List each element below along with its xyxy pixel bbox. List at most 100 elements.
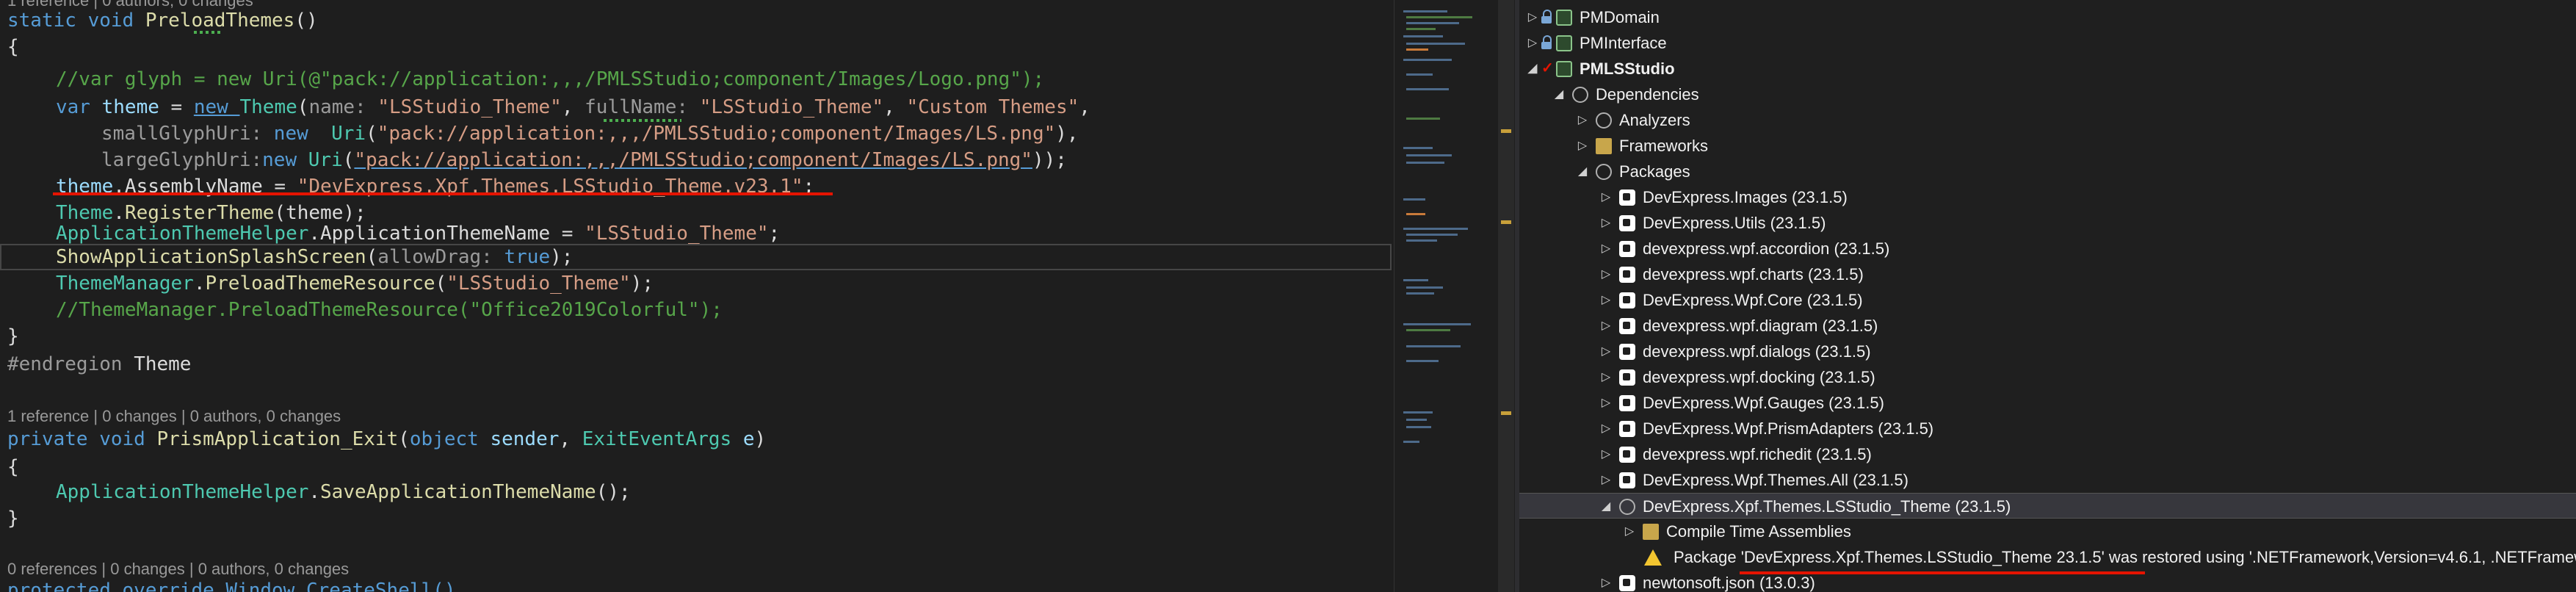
tree-item-package[interactable]: ▷ DevExpress.Wpf.Themes.All (23.1.5) — [1519, 467, 2576, 493]
expand-arrow-icon[interactable]: ▷ — [1599, 416, 1613, 441]
assemblies-icon — [1643, 524, 1659, 540]
minimap-line — [1406, 286, 1443, 289]
expand-arrow-icon[interactable]: ▷ — [1599, 236, 1613, 261]
code-line-18: } — [7, 508, 19, 530]
expand-arrow-icon[interactable]: ▷ — [1599, 261, 1613, 287]
expand-arrow-icon[interactable]: ▷ — [1525, 30, 1540, 56]
tree-item-package[interactable]: ▷ DevExpress.Utils (23.1.5) — [1519, 210, 2576, 236]
expand-arrow-icon[interactable]: ▷ — [1599, 467, 1613, 493]
lock-icon — [1541, 10, 1552, 24]
collapse-arrow-icon[interactable]: ◢ — [1599, 494, 1613, 519]
expand-arrow-icon[interactable]: ▷ — [1599, 339, 1613, 364]
tree-item-package[interactable]: ▷ DevExpress.Images (23.1.5) — [1519, 184, 2576, 210]
collapse-arrow-icon[interactable]: ◢ — [1525, 56, 1540, 82]
expand-arrow-icon[interactable]: ▷ — [1599, 184, 1613, 210]
tree-item-lsstudio-theme-selected[interactable]: ◢ DevExpress.Xpf.Themes.LSStudio_Theme (… — [1519, 493, 2576, 519]
tree-item-label: Packages — [1619, 162, 1690, 181]
scrollbar-marker — [1501, 220, 1511, 224]
expand-arrow-icon[interactable]: ▷ — [1525, 4, 1540, 30]
tree-item-pmdomain[interactable]: ▷ PMDomain — [1519, 4, 2576, 30]
tree-item-package[interactable]: ▷ devexpress.wpf.docking (23.1.5) — [1519, 364, 2576, 390]
expand-arrow-icon[interactable]: ▷ — [1599, 570, 1613, 592]
minimap-line — [1403, 147, 1433, 149]
minimap-line — [1406, 329, 1450, 331]
tree-item-label: devexpress.wpf.charts (23.1.5) — [1643, 265, 1864, 284]
minimap-line — [1406, 345, 1461, 347]
expand-arrow-icon[interactable]: ▷ — [1575, 107, 1590, 133]
tree-item-analyzers[interactable]: ▷ Analyzers — [1519, 107, 2576, 133]
minimap-line — [1406, 73, 1433, 76]
dependencies-icon — [1572, 87, 1588, 103]
minimap-line — [1403, 35, 1443, 37]
tree-item-package[interactable]: ▷ devexpress.wpf.accordion (23.1.5) — [1519, 236, 2576, 261]
expand-arrow-icon[interactable]: ▷ — [1599, 210, 1613, 236]
code-line-16: { — [7, 456, 19, 478]
editor-scrollbar[interactable] — [1498, 0, 1514, 592]
nuget-package-icon — [1619, 575, 1635, 591]
tree-item-dependencies[interactable]: ◢ Dependencies — [1519, 82, 2576, 107]
minimap-line — [1403, 59, 1452, 61]
minimap-line — [1403, 198, 1425, 201]
tree-item-package[interactable]: ▷ DevExpress.Wpf.PrismAdapters (23.1.5) — [1519, 416, 2576, 441]
warning-message: Package 'DevExpress.Xpf.Themes.LSStudio_… — [1674, 548, 2576, 566]
tree-item-restore-warning[interactable]: Package 'DevExpress.Xpf.Themes.LSStudio_… — [1519, 544, 2576, 570]
tree-item-package[interactable]: ▷ devexpress.wpf.diagram (23.1.5) — [1519, 313, 2576, 339]
tree-item-label: DevExpress.Wpf.Themes.All (23.1.5) — [1643, 471, 1909, 489]
expand-arrow-icon[interactable]: ▷ — [1599, 364, 1613, 390]
tree-item-label: PMLSStudio — [1580, 59, 1675, 78]
tree-item-package[interactable]: ▷ devexpress.wpf.richedit (23.1.5) — [1519, 441, 2576, 467]
tree-item-label: PMDomain — [1580, 8, 1660, 26]
tree-item-label: Frameworks — [1619, 137, 1709, 155]
code-line-6: largeGlyphUri:new Uri("pack://applicatio… — [101, 149, 1067, 171]
nuget-package-icon — [1619, 267, 1635, 283]
tree-item-label: DevExpress.Wpf.PrismAdapters (23.1.5) — [1643, 419, 1934, 438]
expand-arrow-icon[interactable]: ▷ — [1599, 313, 1613, 339]
red-annotation-assemblyname — [53, 192, 833, 195]
minimap-line — [1406, 16, 1472, 18]
tree-item-package[interactable]: ▷ devexpress.wpf.charts (23.1.5) — [1519, 261, 2576, 287]
code-editor[interactable]: 1 reference | 0 authors, 0 changes stati… — [0, 0, 1394, 592]
squiggle-preloadthemes — [194, 31, 223, 34]
expand-arrow-icon[interactable]: ▷ — [1599, 441, 1613, 467]
minimap-line — [1406, 22, 1459, 24]
tree-item-packages[interactable]: ◢ Packages — [1519, 159, 2576, 184]
tree-item-label: DevExpress.Wpf.Core (23.1.5) — [1643, 291, 1863, 309]
tree-item-label: Compile Time Assemblies — [1666, 522, 1851, 541]
tree-item-label: DevExpress.Utils (23.1.5) — [1643, 214, 1826, 232]
csharp-project-icon — [1556, 35, 1572, 51]
tree-item-pminterface[interactable]: ▷ PMInterface — [1519, 30, 2576, 56]
collapse-arrow-icon[interactable]: ◢ — [1552, 82, 1566, 107]
tree-item-package[interactable]: ▷ DevExpress.Wpf.Gauges (23.1.5) — [1519, 390, 2576, 416]
code-line-3: //var glyph = new Uri(@"pack://applicati… — [56, 68, 1045, 90]
tree-item-label: devexpress.wpf.diagram (23.1.5) — [1643, 317, 1878, 335]
tree-item-package[interactable]: ▷ devexpress.wpf.dialogs (23.1.5) — [1519, 339, 2576, 364]
red-annotation-warning — [1740, 571, 2145, 574]
lock-icon — [1541, 35, 1552, 50]
tree-item-label: DevExpress.Images (23.1.5) — [1643, 188, 1848, 206]
code-line-9: ApplicationThemeHelper.ApplicationThemeN… — [56, 223, 781, 245]
minimap-line — [1406, 43, 1465, 45]
minimap-line — [1406, 213, 1425, 215]
tree-item-compile-time-assemblies[interactable]: ▷ Compile Time Assemblies — [1519, 519, 2576, 544]
expand-arrow-icon[interactable]: ▷ — [1599, 287, 1613, 313]
expand-arrow-icon[interactable]: ▷ — [1599, 390, 1613, 416]
code-line-5: smallGlyphUri: new Uri("pack://applicati… — [101, 123, 1079, 145]
codelens-exit[interactable]: 1 reference | 0 changes | 0 authors, 0 c… — [7, 405, 341, 427]
tree-item-pmlsstudio[interactable]: ◢ ✓ PMLSStudio — [1519, 56, 2576, 82]
nuget-package-icon — [1619, 369, 1635, 386]
expand-arrow-icon[interactable]: ▷ — [1575, 133, 1590, 159]
tree-item-package[interactable]: ▷ DevExpress.Wpf.Core (23.1.5) — [1519, 287, 2576, 313]
packages-icon — [1596, 164, 1612, 180]
scrollbar-marker — [1501, 411, 1511, 415]
collapse-arrow-icon[interactable]: ◢ — [1575, 159, 1590, 184]
minimap-line — [1406, 419, 1427, 421]
nuget-package-icon — [1619, 189, 1635, 206]
minimap-line — [1406, 48, 1428, 51]
expand-arrow-icon[interactable]: ▷ — [1622, 519, 1637, 544]
solution-explorer[interactable]: ▷ PMDomain ▷ PMInterface ◢ ✓ PMLSStudio … — [1519, 0, 2576, 592]
minimap-line — [1403, 279, 1428, 281]
code-line-15: private void PrismApplication_Exit(objec… — [7, 428, 767, 450]
checkmark-icon: ✓ — [1541, 60, 1554, 76]
tree-item-label: DevExpress.Wpf.Gauges (23.1.5) — [1643, 394, 1884, 412]
tree-item-frameworks[interactable]: ▷ Frameworks — [1519, 133, 2576, 159]
